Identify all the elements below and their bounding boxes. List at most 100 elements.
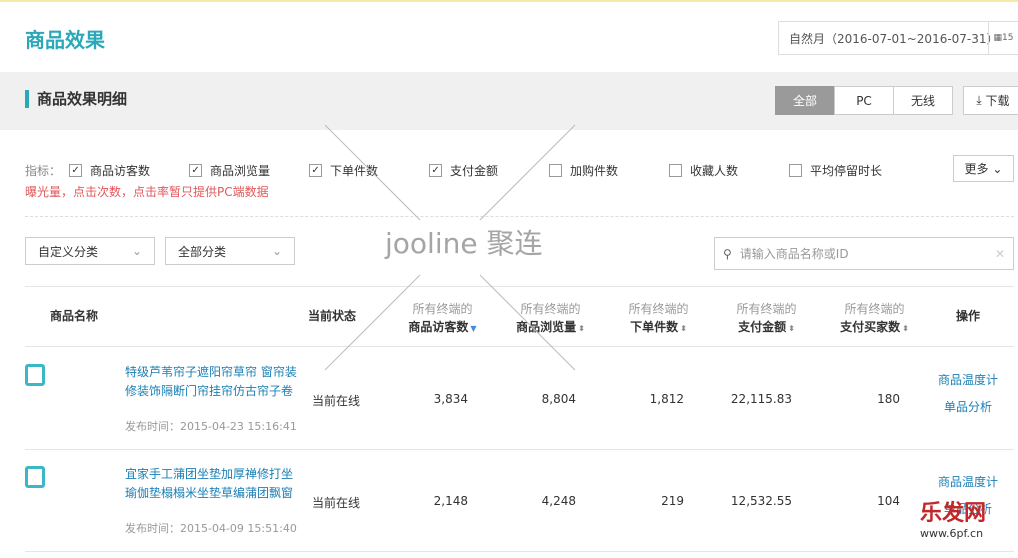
col-product-name: 商品名称 (50, 309, 99, 323)
col-label: 支付买家数 (840, 320, 901, 334)
orders: 219 (661, 494, 684, 508)
download-label: 下载 (985, 94, 1010, 108)
item-analysis-link[interactable]: 单品分析 (928, 394, 1008, 421)
checkbox-unchecked-icon[interactable] (669, 164, 683, 177)
all-category-dropdown[interactable]: 全部分类 ⌄ (165, 237, 295, 265)
checkbox-unchecked-icon[interactable] (789, 164, 803, 177)
calendar-icon[interactable]: ▦ 15 (988, 22, 1018, 54)
checkbox-unchecked-icon[interactable] (549, 164, 563, 177)
metric-checkbox-visitors[interactable]: ✓ 商品访客数 (69, 162, 189, 179)
metrics-label: 指标： (25, 164, 62, 178)
dropdown-value: 全部分类 (178, 244, 227, 259)
col-sub: 所有终端的 (520, 302, 581, 316)
status: 当前在线 (312, 394, 361, 408)
chevron-down-icon: ⌄ (271, 244, 282, 258)
checkbox-checked-icon[interactable]: ✓ (309, 164, 323, 177)
product-thermometer-link[interactable]: 商品温度计 (928, 469, 1008, 496)
status: 当前在线 (312, 496, 361, 510)
orders: 1,812 (649, 392, 684, 406)
calendar-day: 15 (1002, 33, 1014, 43)
search-icon: ⚲ (723, 246, 732, 261)
sort-icon[interactable]: ⬍ (680, 324, 687, 333)
metric-label: 平均停留时长 (810, 164, 883, 178)
dropdown-value: 自定义分类 (38, 244, 99, 259)
metric-label: 支付金额 (450, 164, 499, 178)
sort-icon[interactable]: ⬍ (902, 324, 909, 333)
jooline-watermark-logo: jooline 聚连 (385, 227, 543, 260)
col-buyers[interactable]: 所有终端的支付买家数 ⬍ (832, 300, 917, 338)
col-orders[interactable]: 所有终端的下单件数 ⬍ (616, 300, 701, 338)
product-name-link[interactable]: 特级芦苇帘子遮阳帘草帘 窗帘装修装饰隔断门帘挂帘仿古帘子卷 (125, 363, 303, 401)
product-name-link[interactable]: 宜家手工蒲团坐垫加厚禅修打坐瑜伽垫榻榻米坐垫草编蒲团飘窗 (125, 465, 303, 503)
metric-label: 下单件数 (330, 164, 379, 178)
row-border (25, 551, 1014, 552)
metric-checkbox-views[interactable]: ✓ 商品浏览量 (189, 162, 309, 179)
more-metrics-button[interactable]: 更多 ⌄ (953, 155, 1014, 182)
mobile-device-icon (25, 466, 45, 488)
views: 4,248 (541, 494, 576, 508)
download-button[interactable]: ⤓ 下载 (963, 86, 1018, 115)
site-name: 乐发网 (920, 501, 987, 526)
buyers: 180 (877, 392, 900, 406)
header-border (25, 346, 1014, 347)
product-thermometer-link[interactable]: 商品温度计 (928, 367, 1008, 394)
col-sub: 所有终端的 (412, 302, 473, 316)
visitors: 2,148 (433, 494, 468, 508)
search-placeholder: 请输入商品名称或ID (739, 247, 849, 261)
metric-checkbox-amount[interactable]: ✓ 支付金额 (429, 162, 549, 179)
col-actions: 操作 (956, 309, 981, 323)
amount: 22,115.83 (730, 392, 792, 406)
metrics-note: 曝光量，点击次数，点击率暂只提供PC端数据 (25, 185, 269, 199)
chevron-down-icon: ⌄ (988, 161, 1003, 176)
checkbox-checked-icon[interactable]: ✓ (69, 164, 83, 177)
checkbox-checked-icon[interactable]: ✓ (429, 164, 443, 177)
publish-time: 发布时间：2015-04-23 15:16:41 (125, 420, 297, 433)
metric-label: 收藏人数 (690, 164, 739, 178)
page-title: 商品效果 (25, 28, 105, 52)
col-status: 当前状态 (308, 309, 357, 323)
metric-checkbox-staytime[interactable]: 平均停留时长 (789, 162, 909, 179)
amount: 12,532.55 (730, 494, 792, 508)
product-search-input[interactable]: ⚲ 请输入商品名称或ID ✕ (714, 237, 1014, 270)
col-sub: 所有终端的 (844, 302, 905, 316)
col-label: 支付金额 (738, 320, 787, 334)
clear-icon[interactable]: ✕ (995, 247, 1005, 261)
mobile-device-icon (25, 364, 45, 386)
table-top-border (25, 286, 1014, 287)
views: 8,804 (541, 392, 576, 406)
metric-checkbox-favorites[interactable]: 收藏人数 (669, 162, 789, 179)
sort-icon[interactable]: ⬍ (788, 324, 795, 333)
col-label: 商品访客数 (408, 320, 469, 334)
top-border (0, 0, 1018, 2)
col-sub: 所有终端的 (628, 302, 689, 316)
6pf-watermark-logo: 乐发网 www.6pf.cn (840, 495, 986, 540)
divider (25, 216, 1014, 217)
custom-category-dropdown[interactable]: 自定义分类 ⌄ (25, 237, 155, 265)
more-label: 更多 (964, 162, 989, 176)
metric-label: 加购件数 (570, 164, 619, 178)
visitors: 3,834 (433, 392, 468, 406)
metric-label: 商品访客数 (90, 164, 151, 178)
metric-checkbox-cart[interactable]: 加购件数 (549, 162, 669, 179)
metric-selector: 指标： ✓ 商品访客数 ✓ 商品浏览量 ✓ 下单件数 ✓ 支付金额 加购件数 收藏人数 … (25, 162, 909, 179)
sort-desc-icon[interactable]: ▼ (470, 324, 476, 333)
col-label: 商品浏览量 (516, 320, 577, 334)
date-range-picker[interactable]: 自然月（2016-07-01~2016-07-31） ▦ 15 (778, 21, 1018, 55)
chevron-down-icon: ⌄ (131, 244, 142, 258)
sort-icon[interactable]: ⬍ (578, 324, 585, 333)
metric-checkbox-orders[interactable]: ✓ 下单件数 (309, 162, 429, 179)
tab-all[interactable]: 全部 (775, 86, 835, 115)
checkbox-checked-icon[interactable]: ✓ (189, 164, 203, 177)
tab-wireless[interactable]: 无线 (893, 86, 953, 115)
col-sub: 所有终端的 (736, 302, 797, 316)
download-icon: ⤓ (976, 93, 986, 107)
col-views[interactable]: 所有终端的商品浏览量 ⬍ (508, 300, 593, 338)
publish-time: 发布时间：2015-04-09 15:51:40 (125, 522, 297, 535)
col-label: 下单件数 (630, 320, 679, 334)
date-range-value: 自然月（2016-07-01~2016-07-31） (789, 31, 999, 46)
site-url: www.6pf.cn (920, 527, 984, 540)
col-visitors[interactable]: 所有终端的商品访客数 ▼ (400, 300, 485, 338)
col-amount[interactable]: 所有终端的支付金额 ⬍ (724, 300, 809, 338)
row-border (25, 449, 1014, 450)
tab-pc[interactable]: PC (834, 86, 894, 115)
